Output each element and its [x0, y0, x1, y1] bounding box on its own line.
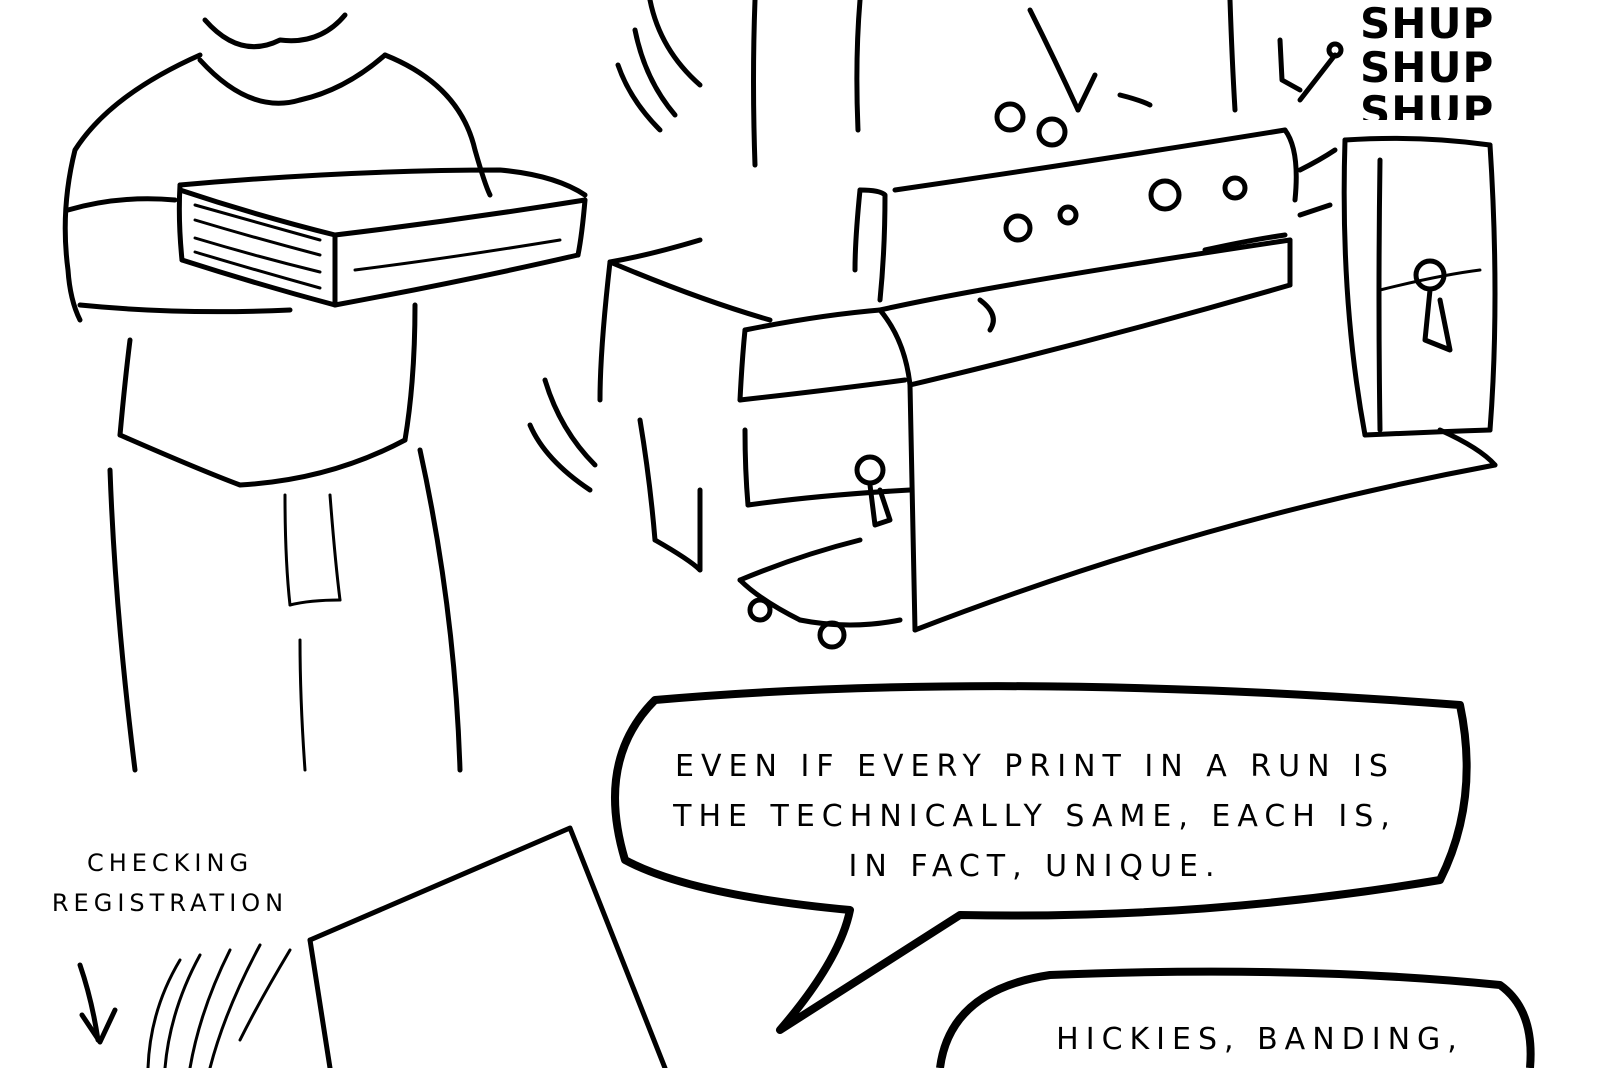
caption: Checking registration	[20, 843, 320, 923]
speech-bubble-1-line-3: in fact, unique.	[848, 849, 1222, 884]
speech-bubble-1-line-2: the technically same, each is,	[673, 799, 1397, 834]
caption-line-1: Checking	[86, 849, 254, 877]
sound-effect-line-1: SHUP	[1360, 0, 1495, 48]
sheet-drawing	[307, 825, 668, 1071]
speech-bubble-2-text: Hickies, banding,	[1000, 1015, 1520, 1068]
speech-bubble-1-line-1: Even if every print in a run is	[675, 749, 1395, 784]
comic-panel: SHUP SHUP SHUP Even if every print in a …	[0, 0, 1600, 1071]
caption-arrow	[77, 962, 118, 1045]
speech-bubble-1-text: Even if every print in a run is the tech…	[640, 742, 1430, 892]
paper-stack	[176, 167, 588, 308]
hair-strokes	[146, 943, 292, 1070]
caption-line-2: registration	[51, 889, 289, 917]
sound-effect: SHUP SHUP SHUP	[1360, 0, 1500, 121]
person-figure	[62, 12, 493, 773]
speech-bubble-2-line-1: Hickies, banding,	[1056, 1022, 1464, 1057]
sound-effect-line-2: SHUP	[1360, 43, 1495, 92]
sound-effect-line-3: SHUP	[1360, 90, 1495, 120]
